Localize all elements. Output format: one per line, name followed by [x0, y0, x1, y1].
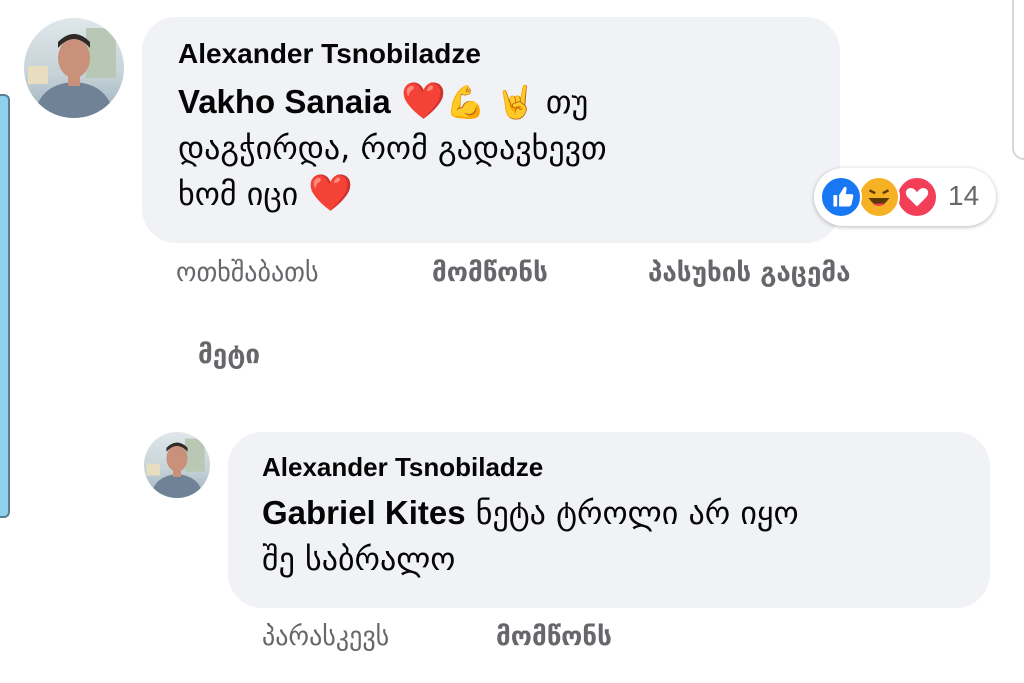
comment-author[interactable]: Alexander Tsnobiladze: [178, 37, 810, 71]
reply-timestamp[interactable]: პარასკევს: [262, 622, 389, 652]
comment-bubble: Alexander Tsnobiladze Vakho Sanaia ❤️💪 🤘…: [142, 17, 840, 243]
reply-actions: პარასკევს მომწონს: [262, 622, 762, 662]
comment-text: Vakho Sanaia ❤️💪 🤘 თუ დაგჭირდა, რომ გადა…: [178, 79, 810, 217]
reply-text-line1: ნეტა ტროლი არ იყო: [475, 494, 799, 532]
thread-line: [0, 94, 10, 518]
panel-edge: [1012, 0, 1024, 160]
reply-text-line2: შე საბრალო: [262, 540, 456, 578]
reactions-summary[interactable]: 14: [814, 168, 996, 226]
comment-text-line3: ხომ იცი: [178, 175, 299, 213]
haha-icon: [858, 176, 900, 218]
avatar[interactable]: [144, 432, 210, 498]
see-more-button[interactable]: მეტი: [198, 340, 260, 370]
flexed-biceps-emoji: 💪: [445, 83, 486, 121]
mention-link[interactable]: Vakho Sanaia: [178, 83, 391, 120]
comment-actions: ოთხშაბათს მომწონს პასუხის გაცემა: [176, 258, 956, 298]
reply-button[interactable]: პასუხის გაცემა: [648, 258, 851, 288]
reaction-count: 14: [948, 180, 980, 211]
like-icon: [820, 176, 862, 218]
heart-emoji: ❤️: [308, 173, 354, 214]
reply-author[interactable]: Alexander Tsnobiladze: [262, 450, 960, 484]
comment-text-line2: დაგჭირდა, რომ გადავხევთ: [178, 129, 607, 167]
reply-text: Gabriel Kites ნეტა ტროლი არ იყო შე საბრა…: [262, 490, 960, 582]
heart-emoji: ❤️: [400, 81, 446, 122]
like-button[interactable]: მომწონს: [432, 258, 548, 288]
comment-text-line1: თუ: [545, 83, 589, 121]
mention-link[interactable]: Gabriel Kites: [262, 494, 466, 531]
reply-bubble: Alexander Tsnobiladze Gabriel Kites ნეტა…: [228, 432, 990, 608]
rock-on-emoji: 🤘: [495, 83, 536, 121]
avatar[interactable]: [24, 18, 124, 118]
like-button[interactable]: მომწონს: [496, 622, 612, 652]
comment-timestamp[interactable]: ოთხშაბათს: [176, 258, 319, 288]
love-icon: [896, 176, 938, 218]
